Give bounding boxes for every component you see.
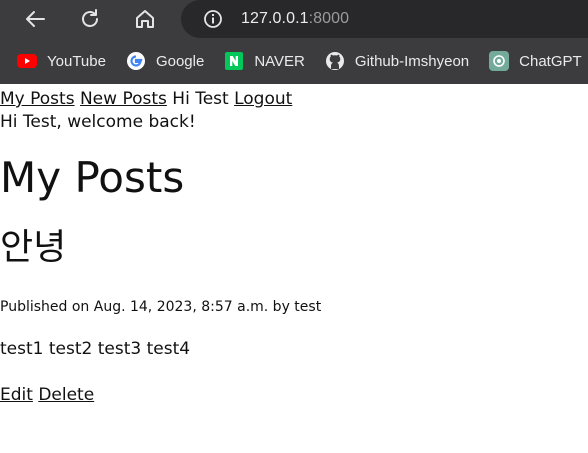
welcome-message: Hi Test, welcome back! (0, 112, 196, 132)
user-greeting: Hi Test (172, 89, 229, 109)
delete-link[interactable]: Delete (38, 385, 94, 405)
bookmarks-bar: YouTube Google NAVER Github-Imshyeon Cha… (0, 38, 588, 84)
naver-icon (224, 51, 244, 71)
info-icon[interactable] (203, 9, 223, 29)
address-bar[interactable]: 127.0.0.1:8000 (181, 0, 588, 38)
edit-link[interactable]: Edit (0, 385, 33, 405)
bookmark-chatgpt[interactable]: ChatGPT (489, 51, 582, 71)
page-content: My Posts New Posts Hi Test Logout Hi Tes… (0, 87, 588, 405)
google-icon (126, 51, 146, 71)
back-button[interactable] (20, 4, 50, 34)
home-icon (136, 10, 154, 28)
logout-link[interactable]: Logout (234, 89, 292, 109)
url-text: 127.0.0.1:8000 (241, 10, 350, 27)
my-posts-link[interactable]: My Posts (0, 89, 75, 109)
bookmark-naver[interactable]: NAVER (224, 51, 305, 71)
post-body: test1 test2 test3 test4 (0, 339, 191, 359)
bookmark-github[interactable]: Github-Imshyeon (325, 51, 469, 71)
arrow-left-icon (26, 11, 45, 27)
new-posts-link[interactable]: New Posts (80, 89, 167, 109)
bookmark-youtube[interactable]: YouTube (17, 51, 106, 71)
home-button[interactable] (130, 4, 160, 34)
bookmark-google[interactable]: Google (126, 51, 204, 71)
site-nav: My Posts New Posts Hi Test Logout (0, 87, 588, 111)
browser-toolbar: 127.0.0.1:8000 (0, 0, 588, 38)
post-item: 안녕 Published on Aug. 14, 2023, 8:57 a.m.… (0, 225, 588, 405)
reload-button[interactable] (75, 4, 105, 34)
youtube-icon (17, 51, 37, 71)
reload-icon (82, 9, 98, 27)
chatgpt-icon (489, 51, 510, 71)
post-actions: Edit Delete (0, 385, 588, 405)
github-icon (325, 51, 345, 71)
page-title: My Posts (0, 153, 185, 202)
post-meta: Published on Aug. 14, 2023, 8:57 a.m. by… (0, 299, 322, 315)
post-title: 안녕 (0, 227, 67, 268)
